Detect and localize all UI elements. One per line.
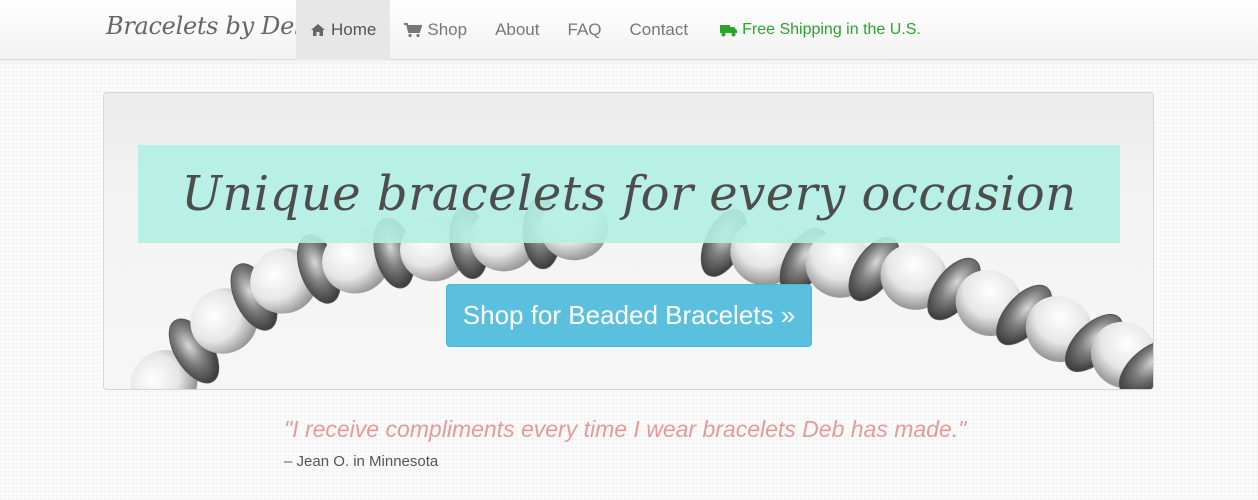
- nav-free-shipping[interactable]: Free Shipping in the U.S.: [706, 0, 935, 60]
- brand-logo[interactable]: Bracelets by Deb: [106, 12, 309, 40]
- hero-tagline: Unique bracelets for every occasion: [181, 166, 1077, 222]
- nav-shop[interactable]: Shop: [390, 0, 481, 60]
- free-shipping-label: Free Shipping in the U.S.: [742, 21, 921, 38]
- truck-icon: [720, 24, 738, 37]
- nav-home[interactable]: Home: [296, 0, 391, 60]
- nav-shop-label: Shop: [427, 20, 468, 39]
- testimonial-attribution: – Jean O. in Minnesota: [284, 453, 439, 470]
- hero-banner: Unique bracelets for every occasion Shop…: [103, 92, 1154, 390]
- nav-home-label: Home: [331, 20, 377, 39]
- tagline-band: Unique bracelets for every occasion: [138, 145, 1120, 243]
- nav-faq[interactable]: FAQ: [554, 0, 616, 60]
- nav-contact[interactable]: Contact: [616, 0, 703, 60]
- cart-icon: [404, 22, 423, 38]
- home-icon: [310, 23, 326, 37]
- testimonial-quote: "I receive compliments every time I wear…: [284, 416, 967, 442]
- navbar: Bracelets by Deb Home Shop About FAQ Con…: [0, 0, 1258, 60]
- shop-beaded-bracelets-button[interactable]: Shop for Beaded Bracelets »: [446, 284, 812, 347]
- nav-about[interactable]: About: [481, 0, 553, 60]
- main-nav: Home Shop About FAQ Contact Free Shippin…: [296, 0, 935, 60]
